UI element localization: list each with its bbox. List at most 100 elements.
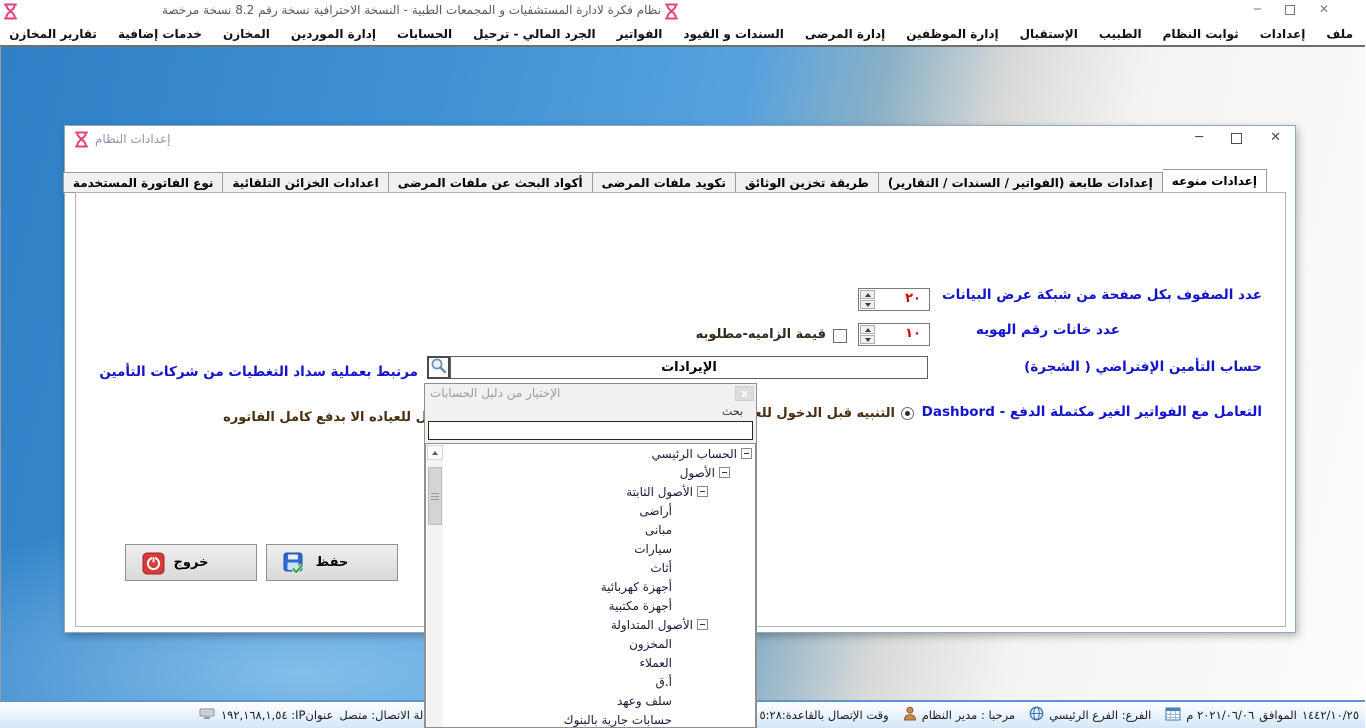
settings-tabstrip: إعدادات منوعه إعدادات طابعة (الفواتير / … (64, 169, 1268, 193)
app-logo-icon (4, 3, 19, 24)
dialog-maximize-icon[interactable] (1232, 133, 1243, 144)
branch-name: الفرع: الفرع الرئيسي (1050, 708, 1152, 722)
dialog-title: إعدادات النظام (96, 132, 171, 146)
tree-node[interactable]: العملاء (427, 653, 756, 672)
db-connection-time: وقت الإتصال بالقاعدة:٠٥:٢٨ م (744, 708, 890, 722)
accounts-tree: الحساب الرئيسي الأصول الأصول الثابتة أرا… (426, 443, 757, 728)
menu-item-reception[interactable]: الإستقبال (1021, 27, 1079, 41)
scrollbar-thumb[interactable] (429, 467, 443, 525)
maximize-icon[interactable] (1286, 5, 1296, 15)
date-hijri: ١٤٤٢/١٠/٢٥ (1303, 708, 1360, 722)
tab-invoice-type[interactable]: نوع الفاتورة المستخدمة (64, 172, 224, 193)
popup-header: الإختيار من دليل الحسابات x (426, 384, 757, 404)
rows-per-page-stepper[interactable]: ٢٠ (859, 288, 931, 311)
menu-item-invoices[interactable]: الفواتير (618, 27, 664, 41)
screen: نظام فكرة لادارة المستشفيات و المجمعات ا… (0, 0, 1366, 728)
tree-node[interactable]: حسابات جارية بالبنوك (427, 710, 756, 728)
globe-icon (1030, 706, 1045, 724)
menu-item-accounts[interactable]: الحسابات (398, 27, 453, 41)
tab-patient-file-coding[interactable]: تكويد ملفات المرضى (594, 172, 737, 193)
menu-item-doctor[interactable]: الطبيب (1100, 27, 1143, 41)
tree-node[interactable]: الأصول الثابتة (427, 482, 756, 501)
dialog-minimize-icon[interactable]: ─ (1196, 130, 1204, 145)
collapse-icon[interactable] (698, 619, 709, 630)
popup-title: الإختيار من دليل الحسابات (431, 386, 561, 400)
tree-node[interactable]: أ.ق (427, 672, 756, 691)
calendar-icon (1166, 706, 1182, 724)
menu-item-stores[interactable]: المخازن (224, 27, 271, 41)
dialog-logo-icon (75, 131, 90, 152)
alert-before-entry-radio[interactable] (902, 407, 915, 420)
search-label: بحث (723, 405, 744, 418)
save-button[interactable]: حفظ (267, 544, 399, 581)
menu-item-suppliers[interactable]: إدارة الموردين (292, 27, 377, 41)
account-chooser-popup: الإختيار من دليل الحسابات x بحث الحساب ا… (425, 383, 758, 728)
tab-auto-safes-settings[interactable]: اعدادات الخزائن التلقائية (224, 172, 389, 193)
collapse-icon[interactable] (720, 467, 731, 478)
menu-item-employees[interactable]: إدارة الموظفين (907, 27, 999, 41)
tree-node[interactable]: الأصول المتداولة (427, 615, 756, 634)
user-icon (904, 706, 918, 724)
menu-item-settings[interactable]: إعدادات (1261, 27, 1307, 41)
spin-down-icon[interactable] (861, 300, 876, 309)
ip-address: عنوانIP: ١٩٢,١٦٨,١,٥٤ (222, 708, 334, 722)
spin-down-icon[interactable] (861, 335, 876, 344)
id-digits-label: عدد خانات رقم الهويه (977, 322, 1121, 338)
connection-status: حالة الاتصال: متصل (340, 708, 435, 722)
rows-per-page-value: ٢٠ (906, 291, 922, 306)
scroll-up-icon[interactable] (428, 445, 444, 460)
tree-node[interactable]: أراضى (427, 501, 756, 520)
insurance-account-label: حساب التأمين الإفتراضي ( الشجرة) (1025, 359, 1263, 375)
tab-printer-settings[interactable]: إعدادات طابعة (الفواتير / السندات / التق… (880, 172, 1164, 193)
tree-node[interactable]: الأصول (427, 463, 756, 482)
spin-up-icon[interactable] (861, 290, 876, 299)
rows-per-page-label: عدد الصفوف بكل صفحة من شبكة عرض البيانات (943, 287, 1263, 303)
tab-patient-file-search-codes[interactable]: أكواد البحث عن ملفات المرضى (390, 172, 594, 193)
menu-item-patients[interactable]: إدارة المرضى (806, 27, 886, 41)
menu-item-extra-services[interactable]: خدمات إضافية (119, 27, 203, 41)
id-digits-stepper[interactable]: ١٠ (859, 323, 931, 346)
account-lookup-button[interactable] (428, 356, 451, 379)
welcome-user: مرحبا : مدير النظام (923, 708, 1016, 722)
app-title: نظام فكرة لادارة المستشفيات و المجمعات ا… (163, 3, 662, 17)
menu-item-vouchers[interactable]: السندات و القيود (684, 27, 784, 41)
insurance-account-input[interactable]: الإيرادات (451, 356, 929, 379)
tree-scrollbar[interactable] (428, 445, 444, 727)
menu-item-file[interactable]: ملف (1327, 27, 1354, 41)
tree-node[interactable]: سيارات (427, 539, 756, 558)
required-value-checkbox[interactable] (834, 329, 848, 343)
date-word: الموافق (1260, 708, 1298, 722)
id-digits-value: ١٠ (906, 326, 922, 341)
tree-node[interactable]: مبانى (427, 520, 756, 539)
collapse-icon[interactable] (698, 486, 709, 497)
tree-node[interactable]: أثاث (427, 558, 756, 577)
minimize-icon[interactable]: ─ (1255, 2, 1262, 16)
spin-up-icon[interactable] (861, 325, 876, 334)
main-menubar: ملف إعدادات ثوابت النظام الطبيب الإستقبا… (0, 22, 1366, 45)
close-icon[interactable]: ✕ (1320, 2, 1330, 16)
menu-item-constants[interactable]: ثوابت النظام (1164, 27, 1240, 41)
main-titlebar: نظام فكرة لادارة المستشفيات و المجمعات ا… (0, 0, 1366, 22)
tree-node[interactable]: أجهزة كهربائية (427, 577, 756, 596)
required-value-label: قيمة الزاميه-مطلوبه (697, 327, 827, 342)
tab-document-storage[interactable]: طريقة تخزين الوثائق (737, 172, 880, 193)
menu-item-store-reports[interactable]: تقارير المخازن (10, 27, 98, 41)
tab-misc-settings[interactable]: إعدادات منوعه (1164, 169, 1268, 193)
unpaid-invoices-label: التعامل مع الفواتير الغير مكتملة الدفع -… (923, 404, 1263, 420)
exit-button[interactable]: خروج (126, 544, 258, 581)
exit-button-label: خروج (127, 545, 257, 580)
tree-node[interactable]: الحساب الرئيسي (427, 444, 756, 463)
tree-node[interactable]: المخزون (427, 634, 756, 653)
tree-node[interactable]: أجهزة مكتبية (427, 596, 756, 615)
app-logo-icon (665, 3, 680, 24)
network-icon (200, 707, 216, 723)
tree-node[interactable]: سلف وعهد (427, 691, 756, 710)
collapse-icon[interactable] (742, 448, 753, 459)
insurance-linked-note: مرتبط بعملية سداد التغطيات من شركات التأ… (100, 364, 419, 380)
save-button-label: حفظ (268, 545, 398, 580)
magnifier-icon (431, 357, 448, 378)
popup-close-icon[interactable]: x (736, 386, 755, 401)
menu-item-inventory-posting[interactable]: الجرد المالي - ترحيل (474, 27, 596, 41)
dialog-close-icon[interactable]: ✕ (1271, 130, 1282, 145)
account-search-input[interactable] (429, 421, 754, 440)
